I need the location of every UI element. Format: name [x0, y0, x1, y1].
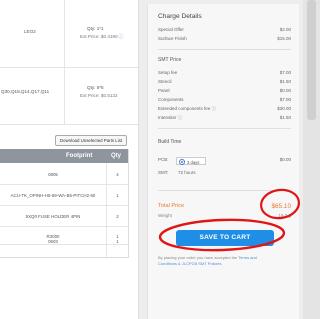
weight-label: Weight	[158, 213, 172, 218]
bom-grid-row: Q30,Q18,Q14,Q17,Q11 Qty: 5*5 Ext Price: …	[0, 68, 138, 125]
scrollbar-thumb[interactable]	[307, 0, 316, 120]
table-frame	[0, 149, 129, 258]
smt-build-time: 72 hours	[178, 170, 196, 175]
ext-price: Ext Price: $0.5132	[80, 93, 118, 98]
build-time-heading: Build Time	[158, 139, 182, 145]
part-designators: Q30,Q18,Q14,Q17,Q11	[1, 89, 50, 94]
info-icon: ⓘ	[118, 34, 124, 40]
charge-details-panel: Charge Details Special Offer $2.00 Surfa…	[147, 4, 299, 319]
download-unselected-parts-button[interactable]: Download Unselected Parts List	[55, 135, 127, 146]
part-designators: LEO2	[24, 29, 36, 34]
charge-details-title: Charge Details	[158, 13, 202, 20]
ext-price: Ext Price: $0.4190ⓘ	[80, 34, 124, 40]
info-icon[interactable]: ⓘ	[212, 106, 217, 111]
save-to-cart-button[interactable]: SAVE TO CART	[176, 230, 274, 246]
page-scrollbar[interactable]	[303, 0, 320, 319]
terms-link[interactable]: Terms and	[238, 255, 257, 260]
terms-notice: By placing your order you have accepted …	[158, 255, 257, 266]
radio-selected-icon	[179, 159, 185, 165]
bom-panel: LEO2 Qty: 1*1 Ext Price: $0.4190ⓘ Q30,Q1…	[0, 0, 139, 319]
total-price-label: Total Price	[158, 203, 185, 209]
pcb-build-time-option[interactable]: 3 days	[176, 157, 206, 165]
qty-text: Qty: 1*1	[87, 26, 104, 31]
conditions-link[interactable]: Conditions & JLCPCB SMT Policies	[158, 261, 222, 266]
total-price-value: $65.10	[271, 203, 291, 210]
smt-price-heading: SMT Price	[158, 57, 182, 63]
bom-grid-row: LEO2 Qty: 1*1 Ext Price: $0.4190ⓘ	[0, 0, 138, 68]
weight-value: 19.3 g	[278, 213, 291, 218]
qty-text: Qty: 5*5	[87, 85, 104, 90]
pcb-build-row: PCB: 3 days $0.00	[158, 157, 291, 165]
info-icon[interactable]: ⓘ	[178, 115, 183, 120]
